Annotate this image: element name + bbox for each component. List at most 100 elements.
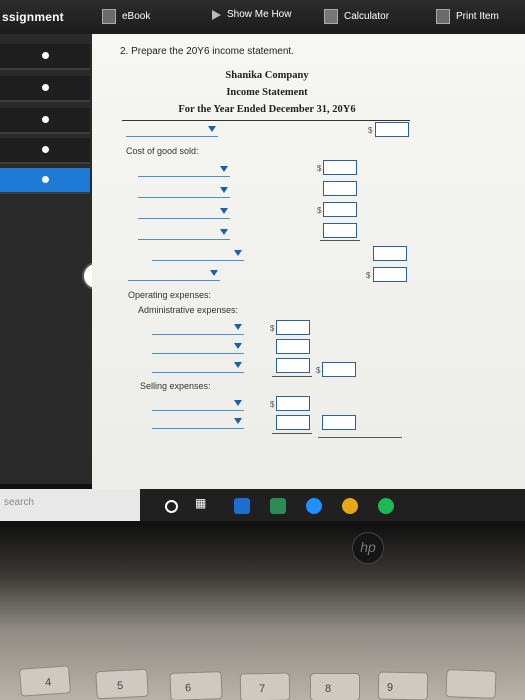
dropdown-arrow-icon [220, 208, 228, 214]
chrome-icon[interactable] [342, 498, 358, 514]
calculator-icon [324, 9, 338, 24]
windows-taskbar: search ▦ [0, 489, 525, 521]
subtotal-rule [320, 240, 360, 241]
cogs-line-3-dropdown[interactable] [138, 204, 230, 219]
admin-amount-1-input[interactable] [276, 320, 310, 335]
search-placeholder: search [4, 497, 35, 508]
show-me-how-button[interactable]: Show Me How [212, 9, 291, 20]
selling-total-input[interactable] [322, 415, 356, 430]
assignment-title: ssignment [2, 10, 64, 24]
admin-amount-3-input[interactable] [276, 358, 310, 373]
key-label: 4 [44, 676, 52, 689]
cogs-amount-4-input[interactable] [323, 223, 357, 238]
calculator-label: Calculator [344, 11, 390, 22]
task-view-icon[interactable]: ▦ [195, 496, 211, 512]
operating-expenses-label: Operating expenses: [128, 290, 212, 300]
book-icon [102, 9, 116, 24]
dropdown-arrow-icon [210, 270, 218, 276]
sidebar-item-1[interactable] [0, 44, 90, 70]
sidebar-item-5-active[interactable] [0, 168, 90, 194]
photo-frame: ssignment eBook Show Me How Calculator P… [0, 0, 525, 700]
dropdown-arrow-icon [220, 229, 228, 235]
selling-amount-2-input[interactable] [276, 415, 310, 430]
mail-icon[interactable] [234, 498, 250, 514]
hp-logo: hp [352, 532, 384, 564]
currency-symbol: $ [270, 400, 275, 409]
print-item-button[interactable]: Print Item [436, 9, 499, 24]
ebook-button[interactable]: eBook [102, 9, 150, 24]
print-icon [436, 9, 450, 24]
keyboard-key: 9 [377, 671, 429, 700]
calculator-button[interactable]: Calculator [324, 9, 389, 24]
spotify-icon[interactable] [378, 498, 394, 514]
bullet-icon [42, 146, 49, 153]
cogs-line-2-dropdown[interactable] [138, 183, 230, 198]
keyboard-key: 8 [310, 673, 360, 700]
keyboard-key: 5 [95, 668, 149, 700]
show-me-how-label: Show Me How [227, 9, 292, 20]
sidebar-item-4[interactable] [0, 138, 90, 164]
selling-amount-1-input[interactable] [276, 396, 310, 411]
revenue-dropdown[interactable] [126, 122, 218, 137]
dropdown-arrow-icon [234, 250, 242, 256]
revenue-amount-input[interactable] [375, 122, 409, 137]
key-label: 9 [386, 681, 394, 694]
bullet-icon [42, 84, 49, 91]
currency-symbol: $ [317, 164, 322, 173]
keyboard-key: 4 [19, 665, 71, 697]
key-label: 7 [258, 682, 266, 696]
cogs-line-1-dropdown[interactable] [138, 162, 230, 177]
admin-expense-1-dropdown[interactable] [152, 320, 244, 335]
dropdown-arrow-icon [220, 166, 228, 172]
key-label: 6 [184, 682, 192, 695]
cogs-amount-2-input[interactable] [323, 181, 357, 196]
currency-symbol: $ [317, 206, 322, 215]
key-label: 5 [116, 679, 124, 693]
dropdown-arrow-icon [234, 418, 242, 424]
subtotal-rule [272, 376, 312, 377]
play-icon [212, 9, 221, 20]
bullet-icon [42, 116, 49, 123]
admin-expense-3-dropdown[interactable] [152, 358, 244, 373]
cost-of-goods-sold-label: Cost of good sold: [126, 146, 199, 156]
print-item-label: Print Item [456, 11, 499, 22]
key-label: 8 [325, 683, 332, 695]
cogs-amount-1-input[interactable] [323, 160, 357, 175]
statement-name: Income Statement [226, 87, 308, 98]
gross-profit-input[interactable] [373, 267, 407, 282]
sidebar-item-2[interactable] [0, 76, 90, 102]
admin-total-input[interactable] [322, 362, 356, 377]
admin-expense-2-dropdown[interactable] [152, 339, 244, 354]
admin-amount-2-input[interactable] [276, 339, 310, 354]
selling-expense-1-dropdown[interactable] [152, 396, 244, 411]
cogs-total-input[interactable] [373, 246, 407, 261]
keyboard-key [445, 669, 497, 699]
company-name: Shanika Company [225, 70, 309, 81]
dropdown-arrow-icon [234, 400, 242, 406]
currency-symbol: $ [366, 271, 371, 280]
question-prompt: 2. Prepare the 20Y6 income statement. [120, 46, 294, 57]
question-content: 2. Prepare the 20Y6 income statement. Sh… [92, 34, 525, 489]
keyboard-key: 6 [169, 671, 223, 700]
files-icon[interactable] [270, 498, 286, 514]
bullet-icon [42, 176, 49, 183]
keyboard-key: 7 [239, 672, 291, 700]
cogs-total-dropdown[interactable] [152, 246, 244, 261]
selling-expense-2-dropdown[interactable] [152, 414, 244, 429]
currency-symbol: $ [270, 324, 275, 333]
cogs-amount-3-input[interactable] [323, 202, 357, 217]
gross-profit-dropdown[interactable] [128, 266, 220, 281]
header-rule [122, 120, 410, 121]
subtotal-rule [272, 433, 312, 434]
cortana-icon[interactable] [165, 500, 178, 513]
taskbar-search-box[interactable]: search [0, 489, 140, 521]
bullet-icon [42, 52, 49, 59]
edge-icon[interactable] [306, 498, 322, 514]
cogs-line-4-dropdown[interactable] [138, 225, 230, 240]
dropdown-arrow-icon [234, 343, 242, 349]
total-rule [318, 437, 402, 438]
dropdown-arrow-icon [220, 187, 228, 193]
administrative-expenses-label: Administrative expenses: [138, 305, 239, 315]
sidebar-item-3[interactable] [0, 108, 90, 134]
selling-expenses-label: Selling expenses: [140, 381, 211, 391]
